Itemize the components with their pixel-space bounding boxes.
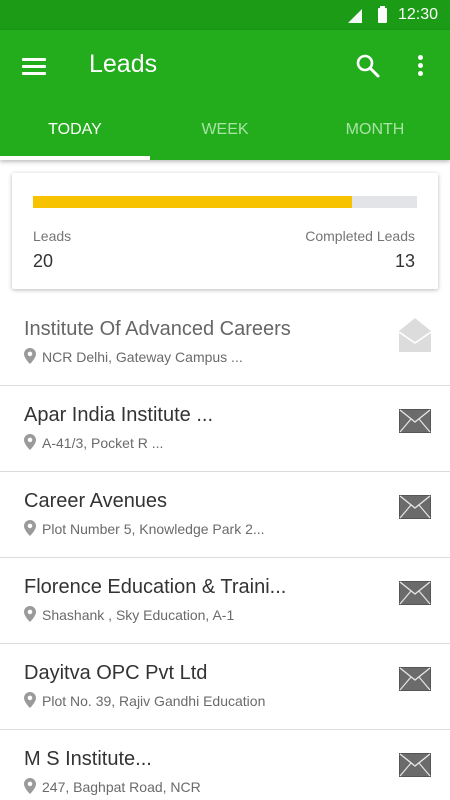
mail-icon[interactable]	[399, 748, 431, 782]
lead-list-item[interactable]: Apar India Institute ... A-41/3, Pocket …	[0, 386, 450, 472]
tab-week[interactable]: WEEK	[150, 115, 300, 160]
lead-name: Florence Education & Traini...	[24, 576, 287, 598]
lead-address: NCR Delhi, Gateway Campus ...	[24, 348, 243, 365]
lead-address-text: Plot No. 39, Rajiv Gandhi Education	[42, 693, 266, 709]
lead-address-text: 247, Baghpat Road, NCR	[42, 779, 201, 795]
lead-name: M S Institute...	[24, 748, 152, 770]
lead-address-text: Plot Number 5, Knowledge Park 2...	[42, 521, 265, 537]
lead-address: Shashank , Sky Education, A-1	[24, 606, 234, 623]
lead-name: Dayitva OPC Pvt Ltd	[24, 662, 208, 684]
location-pin-icon	[24, 520, 36, 536]
lead-address-text: A-41/3, Pocket R ...	[42, 435, 164, 451]
leads-label: Leads	[33, 228, 72, 244]
mail-icon[interactable]	[399, 404, 431, 438]
more-vert-icon[interactable]	[409, 52, 433, 80]
completed-leads-count: 13	[394, 251, 415, 271]
active-tab-indicator	[0, 156, 150, 160]
app-bar: Leads TODAY WEEK MONTH	[0, 30, 450, 160]
lead-name: Institute Of Advanced Careers	[24, 318, 291, 340]
lead-list-item[interactable]: Institute Of Advanced Careers NCR Delhi,…	[0, 300, 450, 386]
leads-summary-card: Leads Completed Leads 20 13	[12, 173, 438, 289]
location-pin-icon	[24, 692, 36, 708]
location-pin-icon	[24, 434, 36, 450]
battery-icon	[378, 6, 387, 23]
mail-icon[interactable]	[399, 662, 431, 696]
tab-month[interactable]: MONTH	[300, 115, 450, 160]
signal-icon	[348, 9, 362, 23]
search-icon[interactable]	[355, 53, 381, 79]
leads-count: 20	[33, 251, 54, 271]
lead-address-text: NCR Delhi, Gateway Campus ...	[42, 349, 243, 365]
lead-list-item[interactable]: Dayitva OPC Pvt Ltd Plot No. 39, Rajiv G…	[0, 644, 450, 730]
location-pin-icon	[24, 348, 36, 364]
status-time: 12:30	[397, 6, 438, 23]
completion-progress-fill	[33, 196, 352, 208]
lead-address-text: Shashank , Sky Education, A-1	[42, 607, 235, 623]
page-title: Leads	[89, 50, 158, 78]
completed-leads-label: Completed Leads	[305, 228, 415, 244]
status-bar: 12:30	[0, 0, 450, 30]
location-pin-icon	[24, 778, 36, 794]
lead-list-item[interactable]: M S Institute... 247, Baghpat Road, NCR	[0, 730, 450, 800]
location-pin-icon	[24, 606, 36, 622]
lead-list: Institute Of Advanced Careers NCR Delhi,…	[0, 300, 450, 800]
lead-list-item[interactable]: Florence Education & Traini... Shashank …	[0, 558, 450, 644]
lead-address: Plot Number 5, Knowledge Park 2...	[24, 520, 265, 537]
lead-address: 247, Baghpat Road, NCR	[24, 778, 201, 795]
completion-progress-bar	[33, 196, 417, 208]
mail-icon[interactable]	[399, 490, 431, 524]
lead-list-item[interactable]: Career Avenues Plot Number 5, Knowledge …	[0, 472, 450, 558]
lead-name: Apar India Institute ...	[24, 404, 213, 426]
lead-name: Career Avenues	[24, 490, 168, 512]
lead-address: Plot No. 39, Rajiv Gandhi Education	[24, 692, 265, 709]
lead-address: A-41/3, Pocket R ...	[24, 434, 163, 451]
mail-icon[interactable]	[399, 576, 431, 610]
tab-today[interactable]: TODAY	[0, 115, 150, 160]
menu-icon[interactable]	[22, 56, 48, 76]
mail-open-icon[interactable]	[398, 318, 432, 352]
